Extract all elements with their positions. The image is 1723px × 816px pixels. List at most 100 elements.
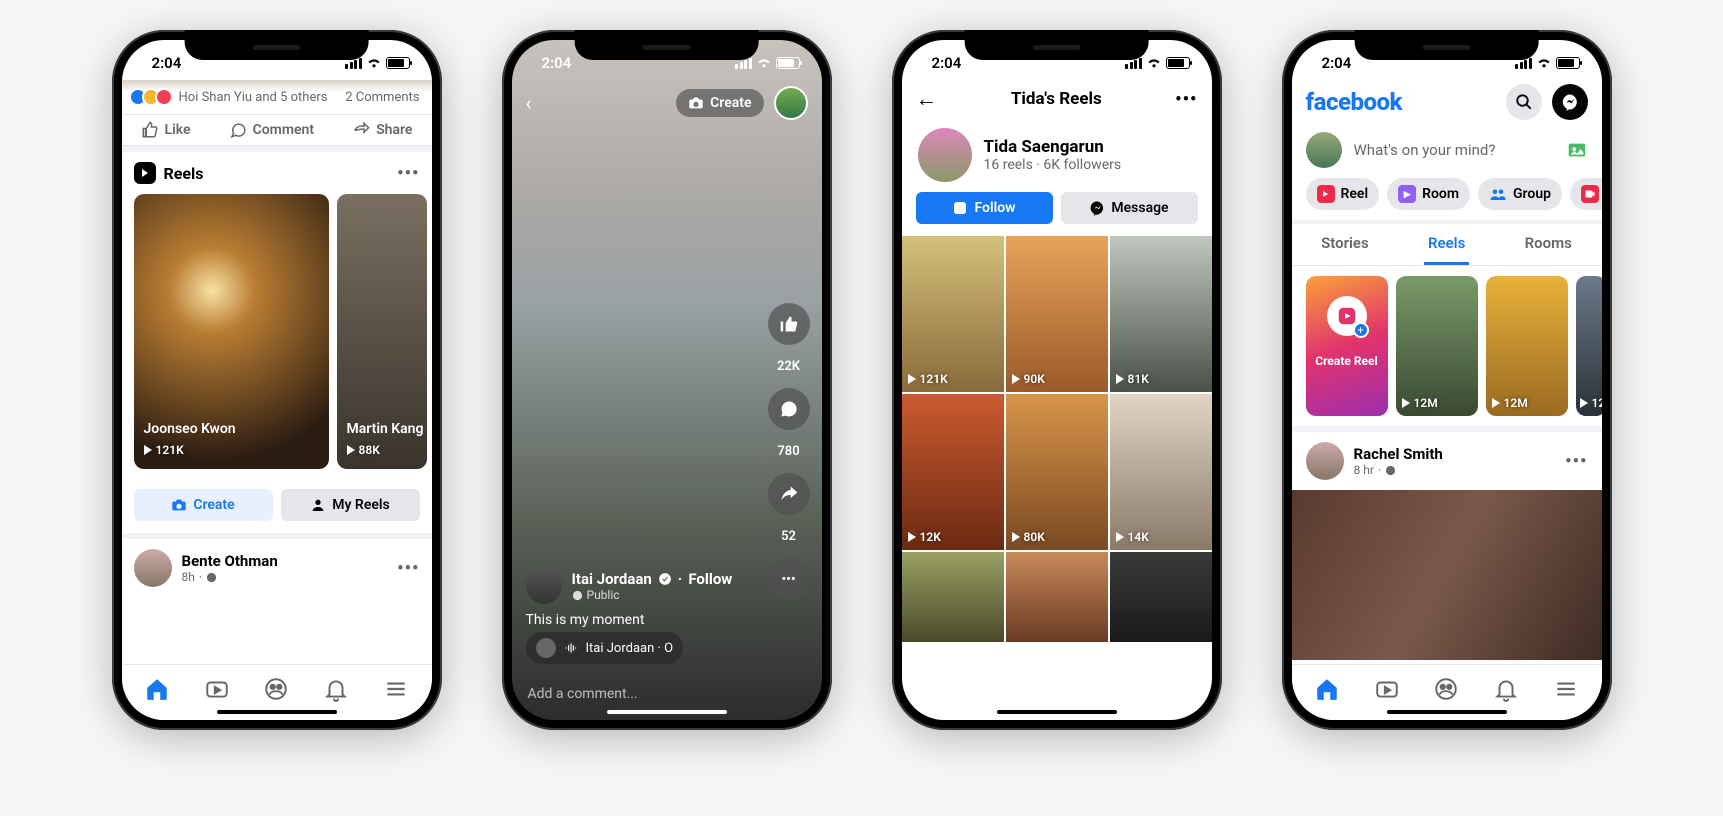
like-button[interactable] [768, 303, 810, 345]
post-author[interactable]: Bente Othman [182, 552, 388, 570]
nav-watch[interactable] [204, 676, 230, 702]
comment-button[interactable]: Comment [229, 121, 314, 139]
grid-reel[interactable] [1110, 552, 1212, 642]
chip-reel[interactable]: Reel [1306, 178, 1380, 210]
create-reel-card[interactable]: + Create Reel [1306, 276, 1388, 416]
phone-4: 2:04 facebook What's on your mind? [1282, 30, 1612, 730]
battery-icon [1166, 57, 1190, 69]
follow-button[interactable]: Follow [916, 192, 1053, 224]
reactions-text[interactable]: Hoi Shan Yiu and 5 others [179, 90, 328, 105]
phone-notch [574, 30, 759, 60]
tab-rooms[interactable]: Rooms [1521, 224, 1576, 265]
chip-label: Room [1422, 186, 1459, 202]
feed-post-header[interactable]: Rachel Smith 8 hr · ••• [1292, 432, 1602, 490]
like-button[interactable]: Like [141, 121, 191, 139]
screen-feed: 2:04 Hoi Shan Yiu and 5 others 2 Comment… [122, 40, 432, 720]
nav-menu[interactable] [1553, 676, 1579, 702]
nav-groups[interactable] [263, 676, 289, 702]
share-button[interactable]: Share [352, 121, 412, 139]
comment-icon [229, 121, 247, 139]
back-icon[interactable]: ‹ [526, 91, 532, 115]
my-reels-button[interactable]: My Reels [281, 489, 420, 521]
nav-watch[interactable] [1374, 676, 1400, 702]
feed-post-image[interactable] [1292, 490, 1602, 660]
profile-actions: Follow Message [902, 192, 1212, 236]
myreels-label: My Reels [332, 497, 389, 513]
person-icon [310, 497, 326, 513]
photo-icon[interactable] [1566, 139, 1588, 161]
more-button[interactable]: ••• [768, 558, 810, 600]
page-title: Tida's Reels [1011, 89, 1102, 109]
message-label: Message [1111, 200, 1168, 216]
search-icon [1515, 93, 1533, 111]
reel-author: Joonseo Kwon [144, 421, 236, 437]
composer-input[interactable]: What's on your mind? [1354, 141, 1554, 159]
author-name[interactable]: Itai Jordaan [572, 570, 652, 588]
more-icon[interactable]: ••• [397, 163, 419, 184]
follow-link[interactable]: Follow [688, 570, 732, 588]
audio-chip[interactable]: Itai Jordaan · O [526, 632, 684, 664]
profile-avatar[interactable] [918, 128, 972, 182]
status-time: 2:04 [932, 54, 962, 72]
battery-icon [1556, 57, 1580, 69]
create-button[interactable]: Create [676, 89, 763, 117]
content-tabs: Stories Reels Rooms [1292, 224, 1602, 266]
tab-stories[interactable]: Stories [1317, 224, 1373, 265]
comments-count[interactable]: 2 Comments [345, 90, 419, 105]
like-icon [141, 121, 159, 139]
share-label: Share [376, 122, 412, 138]
feed-post-header[interactable]: Bente Othman 8h · ••• [122, 539, 432, 597]
grid-reel[interactable]: 90K [1006, 236, 1108, 392]
reel-card[interactable]: Joonseo Kwon 121K [134, 194, 329, 469]
create-reel-button[interactable]: Create [134, 489, 273, 521]
nav-menu[interactable] [383, 676, 409, 702]
more-icon[interactable]: ••• [397, 558, 419, 579]
reel-views: 121K [144, 443, 184, 457]
more-icon[interactable]: ••• [1175, 89, 1197, 110]
reel-card[interactable]: 12M [1396, 276, 1478, 416]
wifi-icon [756, 57, 772, 69]
reels-tray[interactable]: + Create Reel 12M 12M 12M [1292, 266, 1602, 426]
nav-groups[interactable] [1433, 676, 1459, 702]
avatar[interactable] [526, 568, 562, 604]
reel-card[interactable]: 12M [1486, 276, 1568, 416]
chip-group[interactable]: Group [1478, 178, 1562, 210]
messenger-button[interactable] [1552, 84, 1588, 120]
facebook-logo[interactable]: facebook [1306, 88, 1403, 116]
chip-label: Group [1513, 186, 1551, 202]
grid-reel[interactable] [1006, 552, 1108, 642]
avatar[interactable] [1306, 442, 1344, 480]
reel-card[interactable]: Martin Kang 88K [337, 194, 427, 469]
back-icon[interactable]: ← [916, 86, 938, 112]
grid-reel[interactable]: 14K [1110, 394, 1212, 550]
profile-name[interactable]: Tida Saengarun [984, 137, 1122, 157]
grid-reel[interactable]: 80K [1006, 394, 1108, 550]
reels-carousel[interactable]: Joonseo Kwon 121K Martin Kang 88K [122, 194, 432, 479]
grid-reel[interactable] [902, 552, 1004, 642]
avatar[interactable] [1306, 132, 1342, 168]
chip-live[interactable]: Live [1570, 178, 1601, 210]
grid-reel[interactable]: 121K [902, 236, 1004, 392]
grid-reel[interactable]: 81K [1110, 236, 1212, 392]
message-button[interactable]: Message [1061, 192, 1198, 224]
avatar[interactable] [134, 549, 172, 587]
reel-card[interactable]: 12M [1576, 276, 1602, 416]
post-author[interactable]: Rachel Smith [1354, 445, 1556, 463]
nav-notifications[interactable] [323, 676, 349, 702]
share-button[interactable] [768, 473, 810, 515]
nav-home[interactable] [144, 676, 170, 702]
avatar[interactable] [774, 86, 808, 120]
status-time: 2:04 [542, 54, 572, 72]
tab-reels[interactable]: Reels [1424, 224, 1469, 265]
grid-reel[interactable]: 12K [902, 394, 1004, 550]
comment-button[interactable] [768, 388, 810, 430]
nav-notifications[interactable] [1493, 676, 1519, 702]
more-icon[interactable]: ••• [1565, 451, 1587, 472]
app-header: facebook [1292, 80, 1602, 126]
live-icon [1581, 185, 1599, 203]
comment-input[interactable]: Add a comment... [526, 676, 808, 712]
prev-post-footer: Hoi Shan Yiu and 5 others 2 Comments [122, 80, 432, 115]
nav-home[interactable] [1314, 676, 1340, 702]
chip-room[interactable]: ▸ Room [1387, 178, 1470, 210]
search-button[interactable] [1506, 84, 1542, 120]
